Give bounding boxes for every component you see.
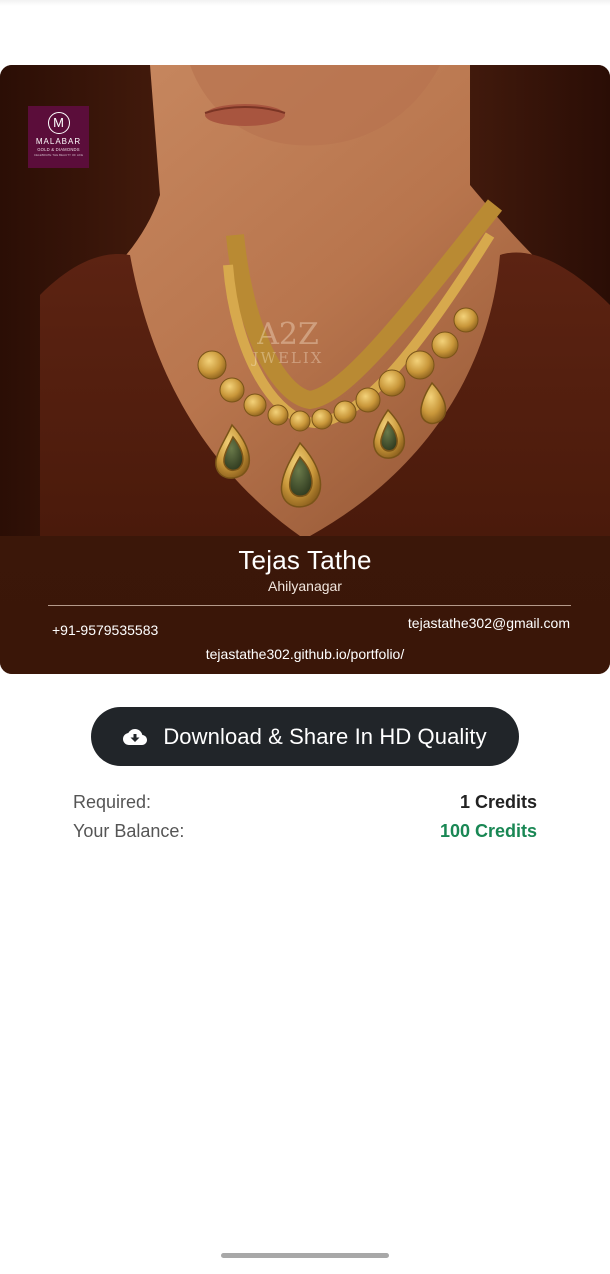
balance-credits-value: 100 Credits [439,821,537,841]
cloud-download-icon [123,728,148,745]
watermark-line-1: A2Z [257,317,319,352]
status-bar-strip [0,0,610,6]
person-name: Tejas Tathe [238,545,372,575]
watermark-line-2: JWELIX [252,349,324,367]
person-city: Ahilyanagar [268,578,342,594]
required-label: Required: [73,792,152,812]
website-url: tejastathe302.github.io/portfolio/ [205,646,405,662]
watermark: A2Z JWELIX [248,317,328,367]
required-credits-value: 1 Credits [459,792,537,812]
brand-logo: M MALABAR GOLD & DIAMONDS CELEBRATE THE … [28,106,89,168]
malabar-logo-icon: M [47,112,70,134]
footer-divider [48,605,571,606]
email-address: tejastathe302@gmail.com [407,615,570,631]
necklace-illustration [40,65,610,536]
logo-name: MALABAR [35,137,82,146]
phone-number: +91-9579535583 [52,622,159,638]
balance-label: Your Balance: [73,821,185,841]
logo-tagline: CELEBRATE THE BEAUTY OF LIFE [33,153,84,157]
download-button-label: Download & Share In HD Quality [163,723,487,749]
logo-subtitle: GOLD & DIAMONDS [37,147,80,152]
download-share-button[interactable]: Download & Share In HD Quality [91,707,519,766]
jewellery-photo: M MALABAR GOLD & DIAMONDS CELEBRATE THE … [0,65,610,536]
poster-card: M MALABAR GOLD & DIAMONDS CELEBRATE THE … [0,65,610,674]
contact-footer: Tejas Tathe Ahilyanagar +91-9579535583 t… [0,536,610,674]
home-indicator[interactable] [221,1253,389,1258]
